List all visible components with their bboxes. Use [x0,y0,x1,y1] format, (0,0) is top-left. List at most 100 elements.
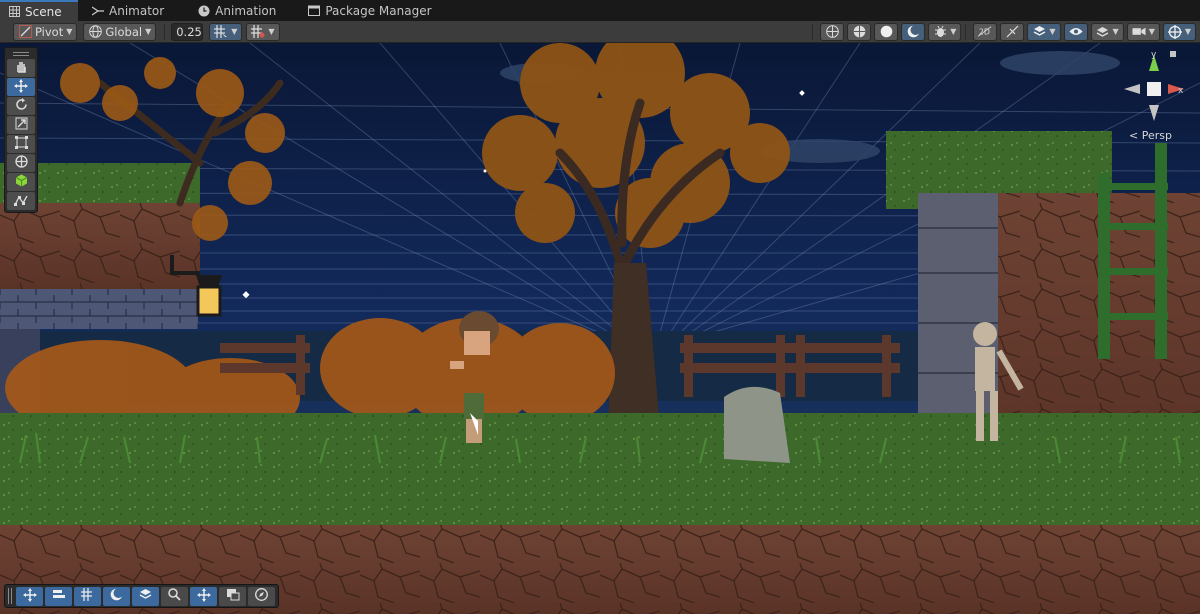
move-tool-button[interactable] [7,78,35,96]
tab-package-manager[interactable]: Package Manager [300,0,443,21]
grid-snap-icon [214,25,228,39]
overlay-move-tool-button[interactable] [190,586,217,606]
chevron-down-icon: ▼ [231,27,238,36]
chevron-down-icon: ▼ [1184,27,1191,36]
tab-scene[interactable]: Scene [0,0,78,21]
rect-tool-button[interactable] [7,135,35,153]
chevron-down-icon: ▼ [1148,27,1155,36]
tab-scene-label: Scene [25,4,62,19]
debug-draw-mode-dropdown[interactable]: ▼ [928,22,962,41]
chevron-down-icon: ▼ [145,27,152,36]
shaded-sphere-icon [879,25,893,39]
scene-render [0,43,1200,614]
spline-icon [14,194,28,209]
chevron-down-icon: ▼ [268,27,275,36]
tab-animation-label: Animation [215,3,277,18]
lighting-icon [906,25,920,39]
chevron-down-icon: ▼ [1112,27,1119,36]
grid-icon [8,6,20,18]
overlay-grid-button[interactable] [74,586,101,606]
tab-animator-label: Animator [109,3,165,18]
custom-tool-button[interactable] [7,173,35,191]
tab-animation[interactable]: Animation [190,0,288,21]
draw-mode-unlit-button[interactable] [901,22,926,41]
layers-icon [1032,25,1046,39]
toolbar-divider [812,23,814,40]
package-icon [308,5,321,17]
draw-mode-wireframe-button[interactable] [820,22,845,41]
lighting-toggle[interactable] [1000,22,1025,41]
move-icon [22,587,37,605]
grid-snap-icon [80,588,95,604]
orientation-gizmo[interactable]: y x [1118,49,1190,141]
overlay-toolbar [4,584,279,608]
eye-icon [1068,25,1083,39]
transform-icon [14,155,28,171]
overlay-layers-button[interactable] [132,586,159,606]
animator-icon [92,5,104,17]
hand-tool-button[interactable] [7,59,35,77]
chevron-down-icon: ▼ [66,27,73,36]
globe-icon [88,25,102,39]
camera-settings-dropdown[interactable]: ▼ [1126,22,1160,41]
overlay-move-button[interactable] [16,586,43,606]
toolbar-divider [164,23,166,40]
hand-icon [15,60,28,76]
bug-icon [933,25,947,39]
toolbar-divider [965,23,967,40]
overlay-grip[interactable] [8,588,14,604]
scene-effects-dropdown[interactable]: ▼ [1027,22,1061,41]
scale-tool-button[interactable] [7,116,35,134]
spline-tool-button[interactable] [7,192,35,210]
gizmo-y-label: y [1151,50,1157,60]
window-tab-bar: Scene Animator Animation Package Manager [0,0,1200,21]
rect-transform-icon [14,136,28,152]
stack-icon [1096,25,1110,39]
overlay-search-button[interactable] [161,586,188,606]
transform-tool-button[interactable] [7,154,35,172]
chevron-down-icon: ▼ [1049,27,1056,36]
overlay-align-button[interactable] [45,586,72,606]
move-icon [196,587,211,605]
draw-mode-shaded-wireframe-button[interactable] [847,22,872,41]
2d-mode-toggle[interactable]: 2D [973,22,998,41]
clock-icon [198,5,210,17]
lock-icon[interactable] [1170,51,1176,57]
grid-snapping-toggle[interactable]: ▼ [209,22,243,41]
gizmo-x-label: x [1178,86,1184,96]
draw-mode-shaded-button[interactable] [874,22,899,41]
scene-viewport[interactable]: y x < Persp [0,43,1200,614]
grid-visibility-toggle[interactable]: ▼ [246,22,280,41]
scene-toolbar: Pivot ▼ Global ▼ 0.25 ▼ ▼ ▼ ▼ ▼ ▼ ▼ [0,21,1200,43]
layers-icon [139,588,152,604]
cube-icon [15,174,28,190]
layers-visibility-dropdown[interactable]: ▼ [1090,22,1124,41]
chevron-down-icon: ▼ [950,27,957,36]
global-label: Global [105,24,143,39]
overlay-compass-button[interactable] [248,586,275,606]
gizmos-dropdown[interactable]: ▼ [1162,22,1196,41]
tab-package-manager-label: Package Manager [325,3,432,18]
global-dropdown[interactable]: Global ▼ [83,22,157,41]
align-icon [52,589,66,604]
render-icon [226,588,240,604]
tab-animator[interactable]: Animator [84,0,176,21]
rotate-tool-button[interactable] [7,97,35,115]
shaded-wireframe-icon [852,25,866,39]
move-icon [14,78,28,96]
tool-palette [4,47,38,213]
overlay-render-button[interactable] [219,586,246,606]
snap-increment-field[interactable]: 0.25 [171,22,204,41]
scene-visibility-toggle[interactable] [1063,22,1088,41]
rotate-icon [15,98,28,114]
pivot-label: Pivot [35,24,64,39]
gizmo-icon [1167,24,1182,39]
light-toggle-icon [1005,25,1019,39]
palette-grip[interactable] [7,50,35,58]
search-icon [168,588,181,604]
lighting-icon [110,588,124,604]
pivot-dropdown[interactable]: Pivot ▼ [13,22,78,41]
overlay-lighting-button[interactable] [103,586,130,606]
projection-label[interactable]: < Persp [1129,129,1172,142]
wireframe-sphere-icon [825,25,839,39]
